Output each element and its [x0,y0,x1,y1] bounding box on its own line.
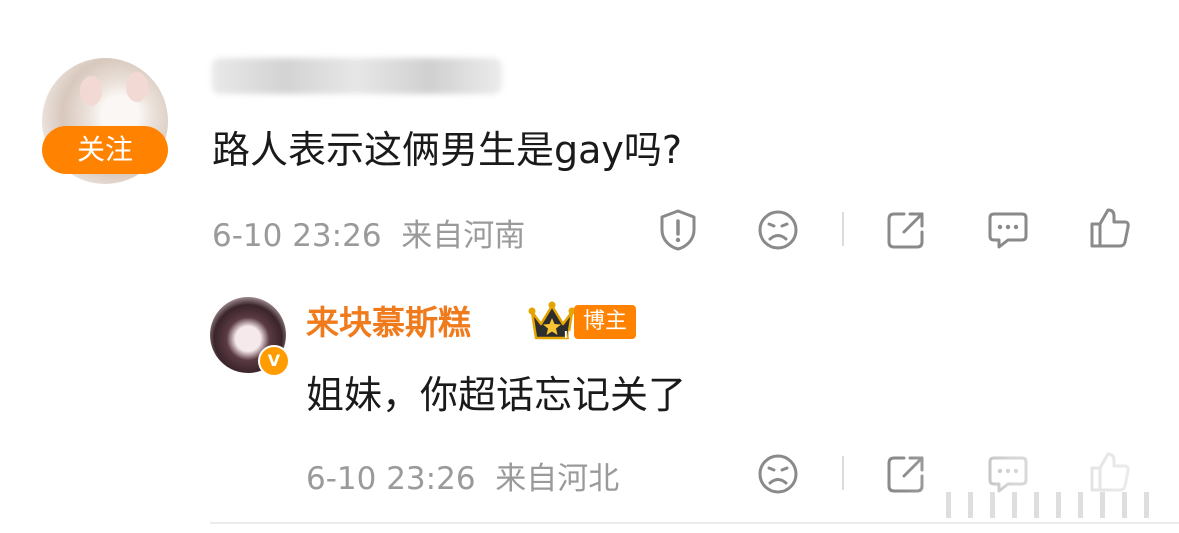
comment-meta: 6-10 23:26 来自河南 [212,210,525,255]
reply-location: 来自河北 [495,461,620,497]
watermark-mark [1144,492,1149,518]
author-tag: 博主 [574,305,636,339]
watermark-mark [1034,492,1039,518]
watermark-mark [968,492,973,518]
watermark-mark [1078,492,1083,518]
reply-text: 姐妹，你超话忘记关了 [306,373,687,417]
dislike-icon[interactable] [756,452,800,496]
username-blurred [212,58,502,94]
follow-button[interactable]: 关注 [42,126,168,174]
watermark-mark [1012,492,1017,518]
reply-meta: 6-10 23:26 来自河北 [306,453,619,498]
comment-location: 来自河南 [401,218,526,254]
comment-icon[interactable] [986,208,1030,252]
share-icon[interactable] [884,208,928,252]
like-icon[interactable] [1088,206,1132,250]
watermark-mark [1122,492,1127,518]
reply-time: 6-10 23:26 [306,461,476,497]
dislike-icon[interactable] [756,208,800,252]
report-icon[interactable] [656,208,700,252]
watermark-mark [946,492,951,518]
crown-level: II [564,330,571,341]
divider [842,212,844,246]
crown-icon: II [528,300,576,344]
watermark-mark [1056,492,1061,518]
username[interactable]: 来块慕斯糕 [306,301,471,345]
watermark-mark [990,492,995,518]
verified-badge: V [258,345,290,377]
divider [842,456,844,490]
avatar-decoration [126,72,148,102]
divider [210,522,1179,524]
comment-text: 路人表示这俩男生是gay吗? [212,128,683,172]
watermark-overlay [900,450,1179,533]
watermark-mark [1100,492,1105,518]
comment-time: 6-10 23:26 [212,218,382,254]
avatar-decoration [80,76,102,106]
